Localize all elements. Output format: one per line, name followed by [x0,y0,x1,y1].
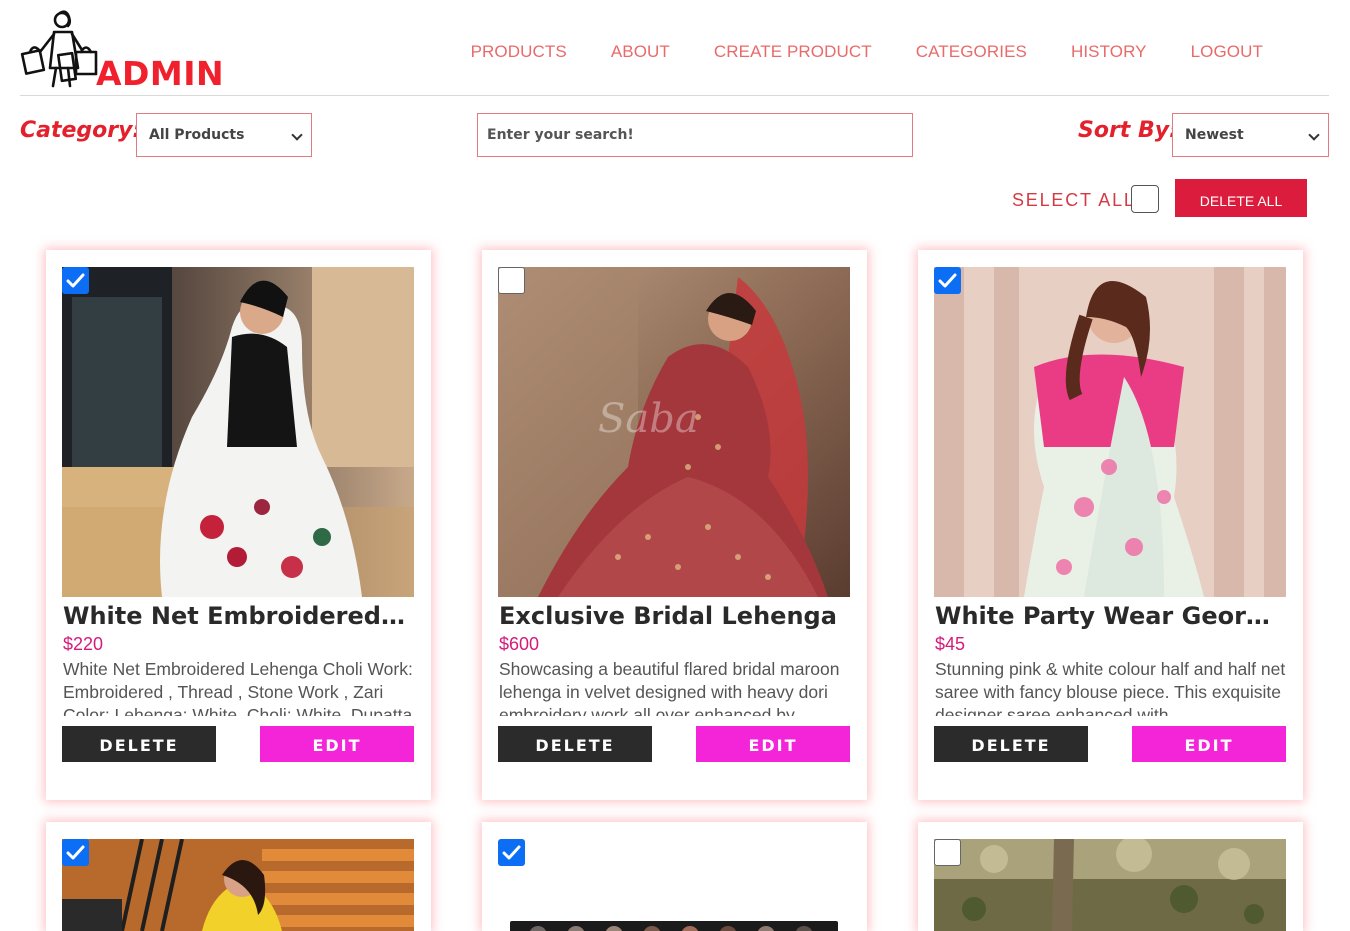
category-select[interactable]: All Products [136,113,312,157]
main-nav: PRODUCTS ABOUT CREATE PRODUCT CATEGORIES… [427,42,1263,62]
delete-button[interactable]: DELETE [934,726,1088,762]
category-label: Category: [20,118,142,143]
product-image [62,267,414,597]
product-image [498,839,850,931]
product-select-checkbox[interactable] [934,267,961,294]
logo[interactable]: ADMIN [20,8,224,93]
product-description: Stunning pink & white colour half and ha… [935,659,1286,716]
delete-button[interactable]: DELETE [62,726,216,762]
edit-button[interactable]: EDIT [1132,726,1286,762]
checkmark-icon [66,273,85,288]
product-description: Showcasing a beautiful flared bridal mar… [499,659,840,716]
product-image: Saba [498,267,850,597]
nav-logout[interactable]: LOGOUT [1191,42,1263,62]
product-card: Saba Exclusive Bridal Lehenga $600 Showc… [482,250,867,800]
sort-label: Sort By: [1078,118,1178,143]
product-select-checkbox[interactable] [62,839,89,866]
product-description: White Net Embroidered Lehenga Choli Work… [63,659,413,716]
nav-create-product[interactable]: CREATE PRODUCT [714,42,872,62]
checkmark-icon [938,273,957,288]
header: ADMIN PRODUCTS ABOUT CREATE PRODUCT CATE… [20,0,1329,96]
checkmark-icon [502,845,521,860]
category-select-value: All Products [149,127,245,143]
sort-select-value: Newest [1185,127,1244,143]
product-title[interactable]: Exclusive Bridal Lehenga [499,602,847,630]
product-image [934,267,1286,597]
search-placeholder: Enter your search! [487,127,634,143]
product-price: $220 [63,634,104,654]
logo-text: ADMIN [96,54,225,93]
nav-categories[interactable]: CATEGORIES [916,42,1027,62]
svg-text:Saba: Saba [598,396,699,442]
nav-products[interactable]: PRODUCTS [471,42,567,62]
chevron-down-icon [1308,129,1320,141]
nav-history[interactable]: HISTORY [1071,42,1147,62]
product-image [62,839,414,931]
delete-button[interactable]: DELETE [498,726,652,762]
edit-button[interactable]: EDIT [260,726,414,762]
search-input[interactable]: Enter your search! [477,113,913,157]
product-card: White Party Wear Georgette Saree $45 Stu… [918,250,1303,800]
nav-about[interactable]: ABOUT [611,42,670,62]
shopping-woman-icon [20,10,98,88]
product-select-checkbox[interactable] [62,267,89,294]
product-select-checkbox[interactable] [934,839,961,866]
product-card [482,822,867,931]
product-select-checkbox[interactable] [498,267,525,294]
delete-all-button[interactable]: DELETE ALL [1175,179,1307,217]
product-price: $600 [499,634,540,654]
product-title[interactable]: White Net Embroidered Lehenga Choli [63,602,411,630]
product-price: $45 [935,634,966,654]
edit-button[interactable]: EDIT [696,726,850,762]
product-card [46,822,431,931]
sort-select[interactable]: Newest [1172,113,1329,157]
select-all-label: SELECT ALL [1012,190,1136,210]
product-card: White Net Embroidered Lehenga Choli $220… [46,250,431,800]
chevron-down-icon [291,129,303,141]
product-select-checkbox[interactable] [498,839,525,866]
product-image [934,839,1286,931]
product-title[interactable]: White Party Wear Georgette Saree [935,602,1283,630]
select-all-checkbox[interactable] [1131,185,1159,213]
checkmark-icon [66,845,85,860]
product-card [918,822,1303,931]
